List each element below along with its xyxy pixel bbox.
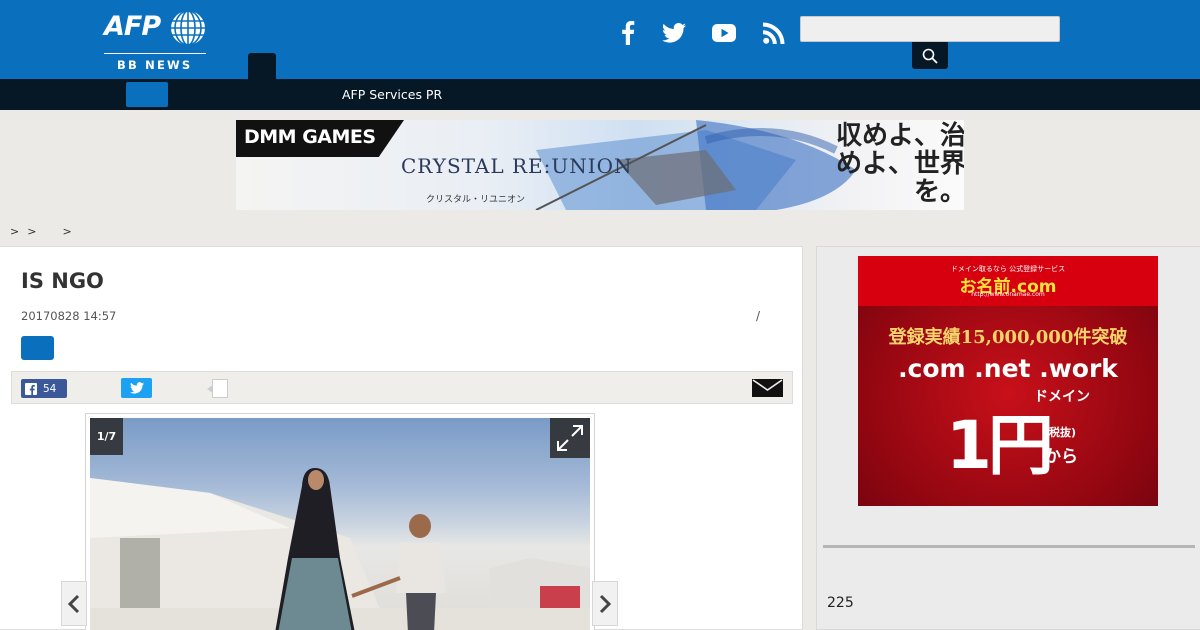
nav-link-afp-services-pr[interactable]: AFP Services PR: [342, 87, 442, 102]
gallery-next-button[interactable]: [592, 581, 618, 626]
banner-slogan: 収めよ、治めよ、世界を。: [835, 121, 964, 207]
gallery-counter: 1/7: [90, 418, 123, 455]
share-bar: 54: [11, 371, 793, 404]
facebook-share-count: 54: [43, 382, 57, 395]
sidebar: ドメイン取るなら 公式登録サービス お名前.com http://www.ona…: [816, 246, 1200, 630]
ad-tax: (税抜): [1044, 426, 1077, 439]
logo-divider: [104, 53, 206, 54]
youtube-icon[interactable]: [709, 18, 739, 48]
banner-ad[interactable]: DMM GAMES CRYSTAL RE:UNION クリスタル・リユニオン 収…: [236, 120, 964, 210]
logo-afp-text: AFP: [104, 11, 161, 42]
ad-price: 1円: [946, 407, 1054, 484]
category-tag-button[interactable]: [21, 336, 54, 360]
sidebar-count: 225: [827, 595, 854, 611]
gallery-prev-button[interactable]: [61, 581, 87, 626]
facebook-icon[interactable]: [613, 18, 643, 48]
expand-button[interactable]: [550, 418, 590, 458]
logo-bb-news: BB NEWS: [117, 58, 193, 72]
game-title: CRYSTAL RE:UNION: [401, 154, 633, 178]
chevron-left-icon: [68, 594, 80, 613]
twitter-icon[interactable]: [659, 18, 689, 48]
site-header: AFP BB NEWS: [0, 0, 1200, 79]
search-input[interactable]: [800, 16, 1060, 42]
chevron-right-icon: [599, 594, 611, 613]
gallery-photo[interactable]: 1/7: [90, 418, 590, 630]
email-share-button[interactable]: [752, 379, 783, 401]
afp-bb-news-logo[interactable]: AFP BB NEWS: [104, 8, 208, 72]
facebook-icon: [25, 382, 37, 395]
mail-icon: [752, 379, 783, 397]
onamae-ad[interactable]: ドメイン取るなら 公式登録サービス お名前.com http://www.ona…: [858, 256, 1158, 506]
ad-domains: .com .net .work: [898, 354, 1118, 383]
photo-gallery: 1/7: [85, 413, 595, 630]
rss-icon[interactable]: [759, 18, 789, 48]
game-subtitle: クリスタル・リユニオン: [426, 195, 526, 205]
globe-icon: [171, 10, 205, 46]
sidebar-divider: [823, 545, 1195, 548]
breadcrumb-separator: >: [62, 225, 72, 238]
breadcrumb-separator: >: [10, 225, 20, 238]
facebook-share-button[interactable]: 54: [21, 379, 67, 398]
article-title: IS NGO: [21, 269, 104, 293]
breadcrumb: > > >: [10, 225, 80, 238]
article-meta-separator: /: [756, 309, 761, 323]
twitter-share-button[interactable]: [121, 378, 152, 398]
expand-icon: [557, 425, 583, 451]
search-icon: [922, 48, 938, 64]
article-datetime: 20170828 14:57: [21, 309, 117, 323]
photo-scene: [90, 468, 590, 630]
ad-kara: から: [1044, 447, 1078, 467]
breadcrumb-separator: >: [27, 225, 37, 238]
menu-button[interactable]: [248, 53, 276, 79]
share-count-bubble: [207, 379, 228, 398]
search-button[interactable]: [912, 42, 948, 69]
nav-item-active[interactable]: [126, 82, 168, 107]
ad-registration-count: 登録実績15,000,000件突破: [888, 327, 1128, 348]
twitter-icon: [129, 382, 144, 394]
ad-url: http://www.onamae.com: [971, 291, 1045, 298]
dmm-games-logo: DMM GAMES: [236, 120, 404, 157]
main-nav: AFP Services PR: [0, 79, 1200, 110]
